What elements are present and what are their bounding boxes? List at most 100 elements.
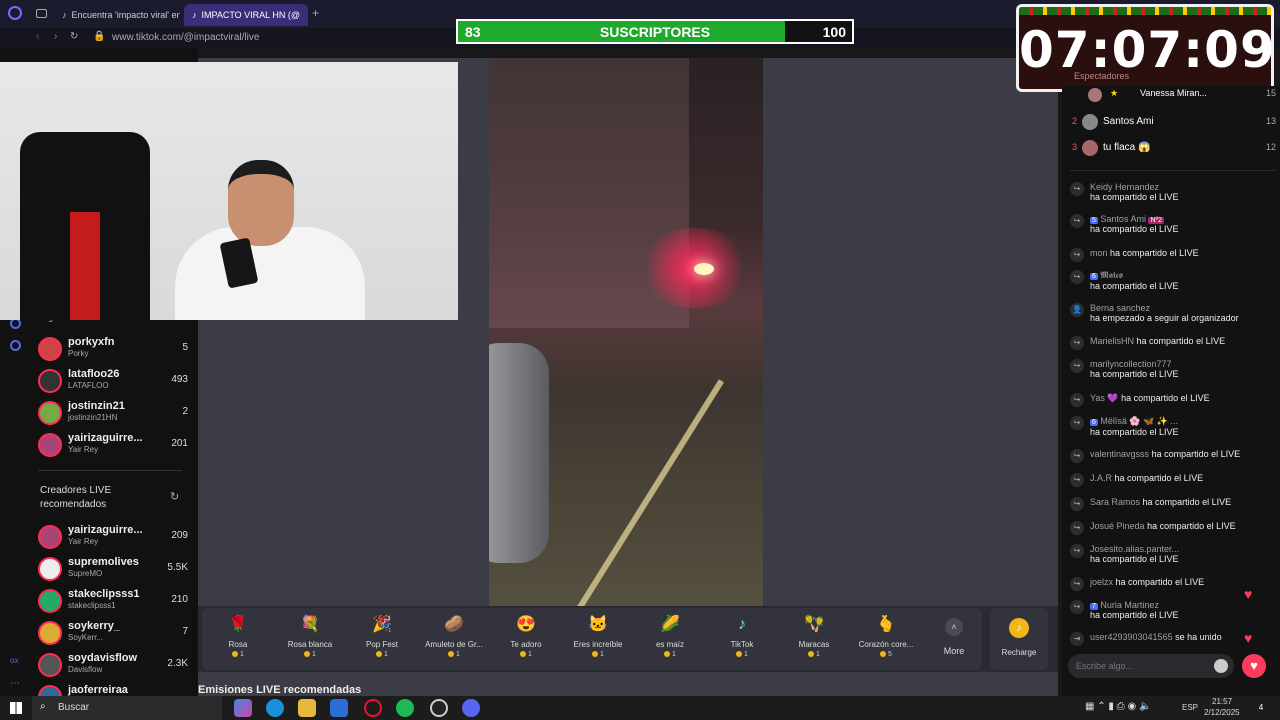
sidebar-following-item[interactable]: jostinzin21 jostinzin21HN 2 xyxy=(38,398,188,428)
more-gifts-button[interactable]: ˄ More xyxy=(932,614,976,664)
sidebar-recommended-item[interactable]: stakeclipsss1 stakeclipsss1 210 xyxy=(38,586,188,616)
chat-user[interactable]: joelzx xyxy=(1090,577,1113,587)
chat-text: ha compartido el LIVE xyxy=(1090,369,1179,379)
mail-icon[interactable] xyxy=(330,699,348,717)
creator-subtitle: Porky xyxy=(68,349,89,358)
sidebar-recommended-item[interactable]: soykerry_ SoyKerr... 7 xyxy=(38,618,188,648)
chat-user[interactable]: 𝕸𝖆𝖎𝖈𝖔 xyxy=(1100,270,1122,280)
chat-input[interactable] xyxy=(1068,654,1234,678)
gift-item[interactable]: 🪇 Maracas 1 xyxy=(778,614,850,668)
chat-user[interactable]: Mëlïsä 🌸 🦋 ✨ ... xyxy=(1100,416,1178,426)
emoji-icon[interactable] xyxy=(1214,659,1228,673)
sidebar-following-item[interactable]: yairizaguirre... Yair Rey 201 xyxy=(38,430,188,460)
clock-date[interactable]: 2/12/2025 xyxy=(1204,708,1240,717)
tab-overview-icon[interactable] xyxy=(36,9,47,18)
gift-price: 1 xyxy=(274,651,346,658)
system-tray-icons[interactable]: ▦ ⌃ ▮ ⎙ ◉ 🔈 xyxy=(1085,701,1151,712)
search-icon: ⌕ xyxy=(40,701,46,712)
chat-user[interactable]: Josesito.alias.panter... xyxy=(1090,544,1276,554)
browser-menu-icon[interactable] xyxy=(8,6,22,20)
ranking-row[interactable]: ★ Vanessa Miran... 15 xyxy=(1070,86,1276,108)
chat-text: ha compartido el LIVE xyxy=(1151,449,1241,459)
extra-icon[interactable]: ox xyxy=(10,656,18,665)
gift-item[interactable]: 🎉 Pop Fest 1 xyxy=(346,614,418,668)
chat-user[interactable]: valentinavgsss xyxy=(1090,449,1149,459)
chat-user[interactable]: Yas 💜 xyxy=(1090,393,1119,403)
gift-price: 1 xyxy=(562,651,634,658)
gift-item[interactable]: 🌽 es maíz 1 xyxy=(634,614,706,668)
sidebar-recommended-item[interactable]: soydavisflow Davisflow 2.3K xyxy=(38,650,188,680)
amulet-icon: 🥔 xyxy=(444,616,464,633)
sidebar-following-item[interactable]: latafloo26 LATAFLOO 493 xyxy=(38,366,188,396)
goal-label: SUSCRIPTORES xyxy=(599,24,711,40)
clock-time[interactable]: 21:57 xyxy=(1212,697,1232,706)
viewer-count: 7 xyxy=(182,626,188,637)
chat-text: ha compartido el LIVE xyxy=(1090,610,1179,620)
chat-text: ha compartido el LIVE xyxy=(1115,577,1205,587)
like-button[interactable]: ♥ xyxy=(1242,654,1266,678)
sidebar-following-item[interactable]: porkyxfn Porky 5 xyxy=(38,334,188,364)
reload-icon[interactable]: ↻ xyxy=(70,31,78,42)
discord-icon[interactable] xyxy=(462,699,480,717)
ranking-row[interactable]: 2 Santos Ami 13 xyxy=(1070,114,1276,136)
share-icon: ↪ xyxy=(1070,359,1084,373)
chat-user[interactable]: mon xyxy=(1090,248,1108,258)
corn-icon: 🌽 xyxy=(660,616,680,633)
spotify-icon[interactable] xyxy=(396,699,414,717)
creator-subtitle: Davisflow xyxy=(68,665,103,674)
rank-name: tu flaca 😱 xyxy=(1103,142,1151,153)
tab-search[interactable]: ♪ Encuentra 'impacto viral' en Ti xyxy=(54,4,180,26)
chat-text: ha compartido el LIVE xyxy=(1090,281,1179,291)
sidebar-recommended-item[interactable]: yairizaguirre... Yair Rey 209 xyxy=(38,522,188,552)
chat-user[interactable]: Santos Ami xyxy=(1100,214,1146,224)
forward-icon[interactable]: › xyxy=(54,31,57,42)
live-video[interactable] xyxy=(489,58,763,610)
share-icon: ↪ xyxy=(1070,521,1084,535)
chat-user[interactable]: Berna sanchez xyxy=(1090,303,1276,313)
chat-user[interactable]: marilyncollection777 xyxy=(1090,359,1276,369)
goal-target: 100 xyxy=(822,24,846,40)
taskbar-search[interactable]: ⌕ Buscar xyxy=(32,696,222,720)
level-badge: 6 xyxy=(1090,419,1098,426)
tab-live[interactable]: ♪ IMPACTO VIRAL HN (@ xyxy=(184,4,308,26)
chat-user[interactable]: J.A.R xyxy=(1090,473,1112,483)
edge-icon[interactable] xyxy=(266,699,284,717)
share-icon: ↪ xyxy=(1070,416,1084,430)
chat-user[interactable]: Nuria Martinez xyxy=(1100,600,1159,610)
gift-item[interactable]: 🫰 Corazón core... 5 xyxy=(850,614,922,668)
chat-user[interactable]: Keidy Hernandez xyxy=(1090,182,1276,192)
chat-user[interactable]: user4293903041565 xyxy=(1090,632,1173,642)
opera-icon[interactable] xyxy=(364,699,382,717)
gift-item[interactable]: 🥔 Amuleto de Gr... 1 xyxy=(418,614,490,668)
creator-subtitle: Yair Rey xyxy=(68,537,99,546)
sidebar-recommended-item[interactable]: supremolives SupreMO 5.5K xyxy=(38,554,188,584)
chat-user[interactable]: Sara Ramos xyxy=(1090,497,1140,507)
chat-user[interactable]: Josué Pineda xyxy=(1090,521,1145,531)
gift-item[interactable]: 🌹 Rosa 1 xyxy=(202,614,274,668)
url-field[interactable]: www.tiktok.com/@impactviral/live xyxy=(112,32,259,43)
gift-name: Eres increíble xyxy=(573,640,623,649)
gift-item[interactable]: 🐱 Eres increíble 1 xyxy=(562,614,634,668)
timer-garland xyxy=(1019,7,1271,15)
windows-start-icon[interactable] xyxy=(10,702,22,714)
road-line xyxy=(559,379,725,610)
gift-item[interactable]: 😍 Te adoro 1 xyxy=(490,614,562,668)
more-icon[interactable]: ⋯ xyxy=(10,678,20,689)
gift-item[interactable]: 💐 Rosa blanca 1 xyxy=(274,614,346,668)
ranking-row[interactable]: 3 tu flaca 😱 12 xyxy=(1070,140,1276,162)
chat-user[interactable]: MarielisHN xyxy=(1090,336,1134,346)
copilot-icon[interactable] xyxy=(234,699,252,717)
settings-icon[interactable] xyxy=(10,340,21,351)
gift-item[interactable]: ♪ TikTok 1 xyxy=(706,614,778,668)
notification-icon[interactable]: 4 xyxy=(1254,701,1268,715)
chat-input-field[interactable] xyxy=(1076,658,1206,674)
obs-icon[interactable] xyxy=(430,699,448,717)
new-tab-button[interactable]: + xyxy=(312,6,319,20)
refresh-icon[interactable]: ↻ xyxy=(170,490,179,503)
back-icon[interactable]: ‹ xyxy=(36,31,39,42)
chat-text: ha compartido el LIVE xyxy=(1136,336,1226,346)
recharge-button[interactable]: ♪ Recharge xyxy=(990,608,1048,670)
language-label[interactable]: ESP xyxy=(1182,703,1198,712)
share-icon: ↪ xyxy=(1070,577,1084,591)
file-explorer-icon[interactable] xyxy=(298,699,316,717)
